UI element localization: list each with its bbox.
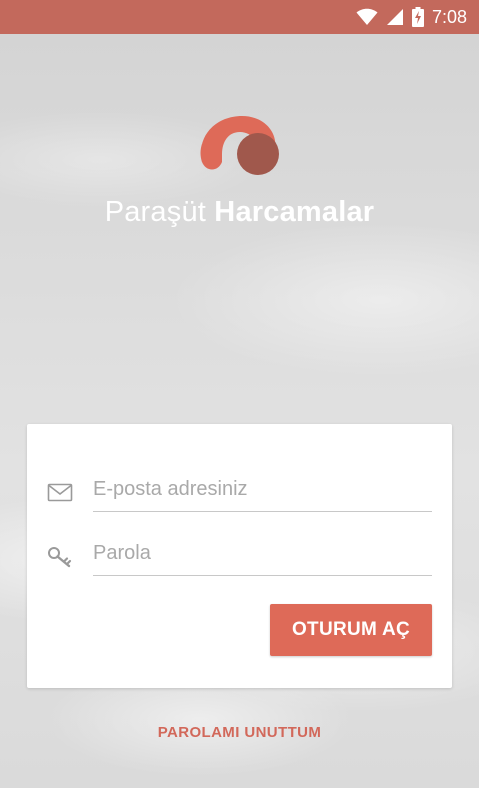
- key-icon: [47, 546, 73, 568]
- app-title-regular: Paraşüt: [104, 196, 207, 228]
- email-field[interactable]: [93, 468, 432, 512]
- password-field[interactable]: [93, 532, 432, 576]
- app-title-bold: Harcamalar: [214, 196, 375, 228]
- wifi-icon: [356, 8, 378, 26]
- status-bar: 7:08: [0, 0, 479, 34]
- password-field-row: [27, 532, 452, 582]
- parasut-logo-icon: [198, 114, 282, 176]
- email-field-row: [27, 468, 452, 518]
- battery-charging-icon: [411, 7, 424, 27]
- app-title: Paraşüt Harcamalar: [0, 196, 479, 229]
- login-screen: 7:08 Paraşüt Harcamalar E-posta adresini…: [0, 0, 479, 788]
- login-card: OTURUM AÇ: [27, 424, 452, 688]
- envelope-icon: [47, 482, 73, 504]
- cell-signal-icon: [386, 8, 404, 26]
- status-time: 7:08: [431, 6, 467, 27]
- forgot-password-link[interactable]: PAROLAMI UNUTTUM: [0, 724, 479, 741]
- login-button[interactable]: OTURUM AÇ: [270, 604, 432, 656]
